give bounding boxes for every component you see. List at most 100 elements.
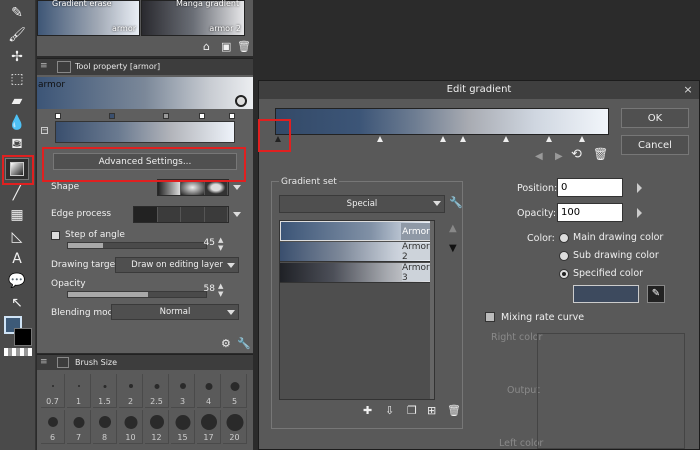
opacity-slider[interactable] [67,291,207,298]
panel-menu-icon[interactable]: ≡ [40,357,48,367]
gradient-stop-marker[interactable] [459,136,466,142]
close-icon[interactable]: × [681,83,695,97]
drawing-target-dropdown[interactable]: Draw on editing layer [115,257,239,273]
gradient-item-armor-3[interactable]: Armor 3 [280,263,432,283]
edge-dropdown-caret[interactable] [233,212,241,217]
gradient-stop-marker[interactable] [502,136,509,142]
balloon-tool-icon[interactable]: 💬 [5,270,29,292]
specified-color-swatch[interactable] [573,285,639,303]
opacity-spinner-icon[interactable]: ▲ ▼ [218,282,223,298]
edge-process-selector[interactable] [133,206,229,223]
collapse-icon[interactable]: − [41,127,48,134]
copy-subtool-icon[interactable]: ▣ [221,40,231,53]
eraser-tool-icon[interactable]: ▰ [5,90,29,112]
brush-size-grid: 0.7 1 1.5 2 2.5 3 4 5 6 7 8 10 12 15 17 20 [37,370,253,450]
brush-size-cell[interactable]: 6 [41,410,65,444]
text-tool-icon[interactable]: A [5,248,29,270]
brush-size-label: 8 [101,433,108,442]
reverse-gradient-icon[interactable]: ⟲ [571,147,582,162]
step-of-angle-checkbox[interactable] [51,231,60,240]
step-of-angle-slider[interactable] [67,242,207,249]
brush-size-cell[interactable]: 10 [119,410,143,444]
mixing-rate-checkbox[interactable] [485,312,495,322]
brush-size-cell[interactable]: 1 [67,374,91,408]
gradient-stop-row[interactable] [275,135,609,143]
preset-label: armor [111,24,136,33]
blend-tool-icon[interactable]: 💧 [5,112,29,134]
cancel-button[interactable]: Cancel [621,135,689,155]
brush-size-cell[interactable]: 2.5 [145,374,169,408]
frame-tool-icon[interactable]: ▦ [5,204,29,226]
pen-tool-icon[interactable]: ✎ [5,2,29,24]
sub-color-radio[interactable] [559,251,569,261]
trash-icon[interactable]: 🗑 [593,147,608,161]
brush-size-cell[interactable]: 20 [223,410,247,444]
move-up-icon[interactable]: ▲ [449,223,457,234]
brush-size-cell[interactable]: 0.7 [41,374,65,408]
brush-size-cell[interactable]: 4 [197,374,221,408]
brush-size-label: 0.7 [46,397,59,406]
reset-settings-icon[interactable]: ⚙ [221,337,231,350]
zoom-icon[interactable] [235,95,247,107]
step-of-angle-value[interactable]: 45 [187,238,215,248]
trash-icon[interactable]: 🗑 [237,40,251,53]
gradient-bar[interactable] [55,121,235,143]
brush-size-cell[interactable]: 1.5 [93,374,117,408]
gradient-item-armor-2[interactable]: Armor 2 [280,242,432,262]
preset-gradient-erase[interactable]: Gradient erase armor [37,0,140,36]
add-subtool-icon[interactable]: ⌂ [203,40,210,53]
eyedropper-icon[interactable]: ✎ [647,285,665,303]
brush-size-cell[interactable]: 8 [93,410,117,444]
transparent-color-swatch[interactable] [4,348,32,356]
next-stop-icon[interactable]: ▶ [555,151,563,162]
brush-size-dot [73,416,84,428]
gradient-set-dropdown[interactable]: Special [279,195,445,213]
selection-tool-icon[interactable]: ⬚ [5,68,29,90]
gradient-stop-marker[interactable] [440,136,446,142]
wrench-icon[interactable]: 🔧 [237,337,251,350]
brush-tool-icon[interactable]: 🖌 [5,24,29,46]
brush-size-cell[interactable]: 15 [171,410,195,444]
list-scrollbar[interactable] [430,221,434,399]
brush-size-cell[interactable]: 3 [171,374,195,408]
trash-icon[interactable]: 🗑 [447,404,461,417]
add-to-set-icon[interactable]: ⊞ [427,404,436,417]
brush-size-cell[interactable]: 17 [197,410,221,444]
fill-tool-icon[interactable]: ⛾ [5,134,29,156]
brush-size-cell[interactable]: 12 [145,410,169,444]
brush-size-cell[interactable]: 2 [119,374,143,408]
sub-color-swatch[interactable] [14,328,32,346]
brush-size-cell[interactable]: 7 [67,410,91,444]
edit-gradient-bar[interactable] [275,108,609,135]
opacity-field[interactable]: 100 [557,203,623,222]
main-color-radio[interactable] [559,233,569,243]
blending-mode-dropdown[interactable]: Normal [111,304,239,320]
opacity-arrow-icon[interactable] [637,208,642,218]
ruler-tool-icon[interactable]: ◺ [5,226,29,248]
gradient-set-settings-icon[interactable]: 🔧 [449,196,463,209]
step-spinner-icon[interactable]: ▲ ▼ [218,236,223,252]
panel-menu-icon[interactable]: ≡ [40,61,48,71]
brush-size-cell[interactable]: 5 [223,374,247,408]
opacity-value[interactable]: 58 [187,284,215,294]
ok-button[interactable]: OK [621,108,689,128]
preset-manga-gradient[interactable]: Manga gradient armor 2 [141,0,245,36]
position-field[interactable]: 0 [557,178,623,197]
move-down-icon[interactable]: ▼ [449,243,457,254]
move-tool-icon[interactable]: ✢ [5,46,29,68]
new-gradient-icon[interactable]: ✚ [363,404,372,417]
duplicate-gradient-icon[interactable]: ❐ [407,404,417,417]
previous-stop-icon[interactable]: ◀ [535,151,543,162]
shape-dropdown-caret[interactable] [233,185,241,190]
correct-line-tool-icon[interactable]: ↖ [5,292,29,314]
gradient-stop-marker[interactable] [545,136,552,142]
line-tool-icon[interactable]: ╱ [5,182,29,204]
sub-color-label: Sub drawing color [573,250,659,261]
brush-size-label: 20 [229,433,240,442]
position-arrow-icon[interactable] [637,183,642,193]
gradient-item-armor[interactable]: Armor [280,221,432,241]
import-gradient-icon[interactable]: ⇩ [385,404,394,417]
specified-color-radio[interactable] [559,269,569,279]
gradient-stop-marker[interactable] [578,136,585,142]
gradient-stop-marker[interactable] [377,136,384,142]
